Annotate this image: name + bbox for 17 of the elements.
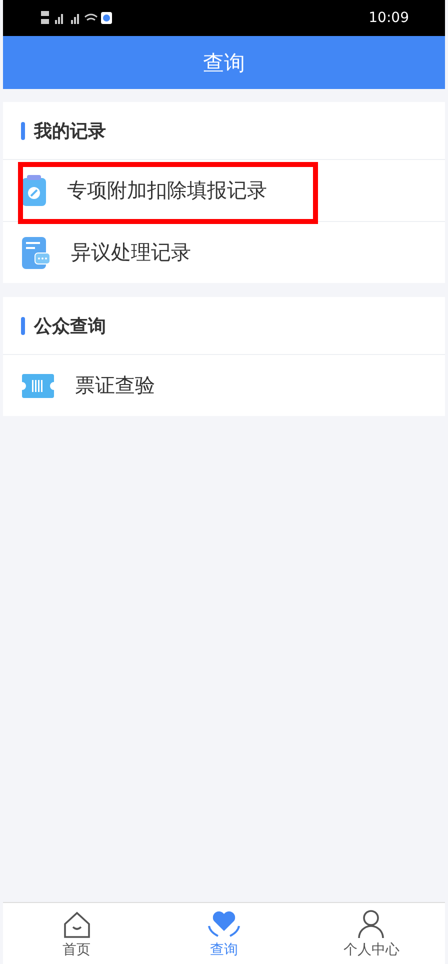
document-icon <box>21 236 51 270</box>
tab-button[interactable]: 个人中心 <box>298 903 445 964</box>
accent-bar <box>21 316 25 334</box>
person-icon <box>357 909 386 939</box>
heart-hands-icon <box>206 909 241 939</box>
clipboard-icon <box>21 174 47 206</box>
tab-button[interactable]: 首页 <box>3 903 150 964</box>
section-title: 公众查询 <box>34 314 106 338</box>
ticket-icon <box>21 372 55 398</box>
status-time: 10:09 <box>368 10 409 26</box>
list-item[interactable]: 异议处理记录 <box>3 222 445 283</box>
home-icon <box>62 911 91 939</box>
list-item[interactable]: 票证查验 <box>3 355 445 416</box>
section-title: 我的记录 <box>34 120 106 142</box>
list-item[interactable]: 专项附加扣除填报记录 <box>3 160 445 222</box>
page-title: 查询 <box>203 50 245 76</box>
accent-bar <box>21 122 25 140</box>
